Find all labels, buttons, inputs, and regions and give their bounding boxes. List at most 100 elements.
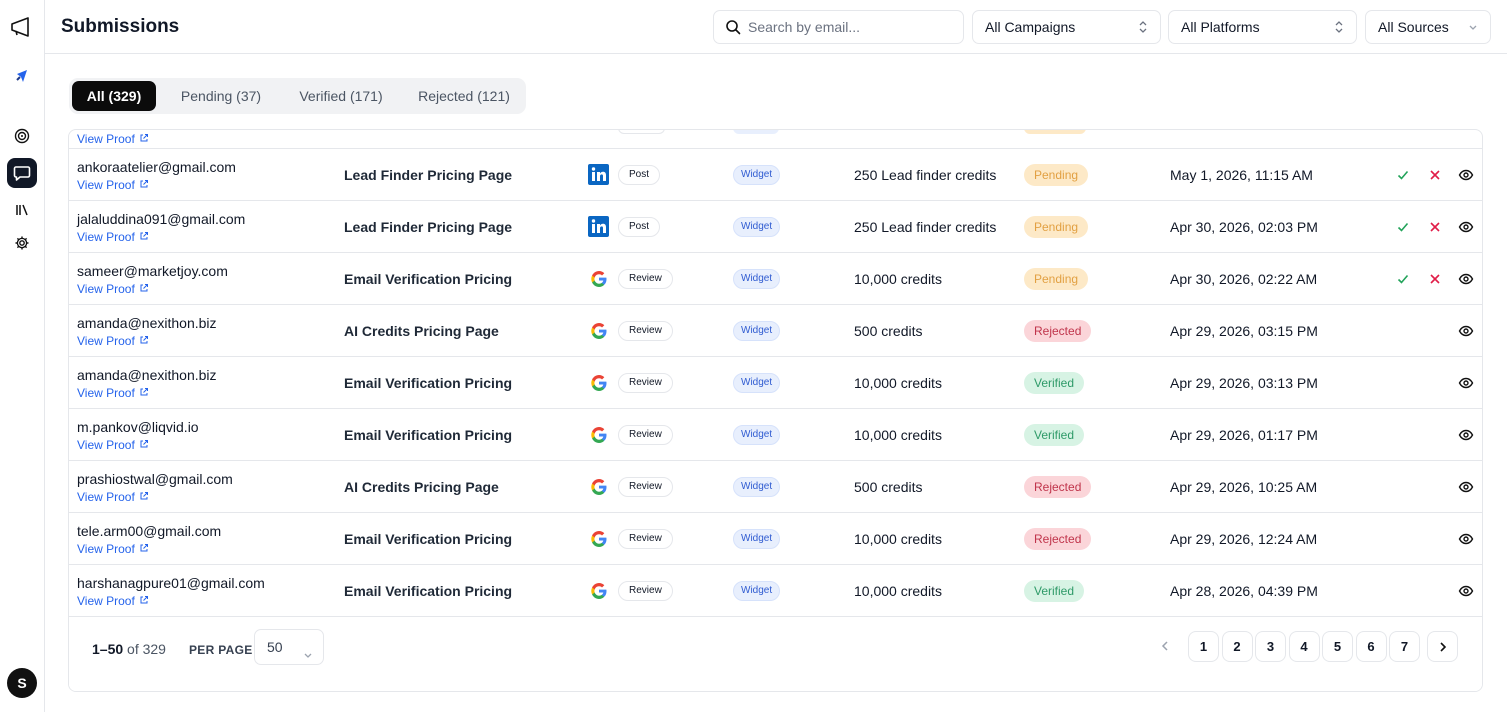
view-proof-link[interactable]: View Proof — [77, 438, 149, 452]
table-row: ankoraatelier@gmail.com View Proof Lead … — [69, 149, 1482, 201]
submitted-date: Apr 28, 2026, 04:39 PM — [1170, 583, 1318, 599]
search-input[interactable] — [748, 19, 948, 35]
per-page-select[interactable]: 50 — [254, 629, 324, 665]
approve-check-icon[interactable] — [1394, 270, 1412, 288]
submitter-email: tele.arm00@gmail.com — [77, 523, 222, 539]
approve-check-icon[interactable] — [1394, 166, 1412, 184]
page-button-4[interactable]: 4 — [1288, 631, 1320, 662]
view-proof-label: View Proof — [77, 282, 135, 296]
view-eye-icon[interactable] — [1457, 374, 1475, 392]
source-badge: Widget — [733, 165, 781, 185]
view-eye-icon[interactable] — [1457, 478, 1475, 496]
platform-filter-select[interactable]: All Platforms — [1168, 10, 1357, 44]
view-proof-link[interactable]: View Proof — [77, 282, 149, 296]
external-link-icon — [139, 438, 149, 452]
view-eye-icon[interactable] — [1457, 270, 1475, 288]
reward-text: 10,000 credits — [854, 531, 942, 547]
source-filter-select[interactable]: All Sources — [1365, 10, 1491, 44]
status-badge: Rejected — [1024, 528, 1092, 550]
tab-rejected[interactable]: Rejected (121) — [406, 81, 522, 111]
view-eye-icon[interactable] — [1457, 582, 1475, 600]
page-button-2[interactable]: 2 — [1221, 631, 1253, 662]
page-button-7[interactable]: 7 — [1389, 631, 1420, 662]
reject-x-icon[interactable] — [1426, 166, 1444, 184]
view-eye-icon[interactable] — [1457, 426, 1475, 444]
page-title: Submissions — [61, 16, 180, 37]
submission-type-badge: Review — [618, 581, 673, 601]
submitted-date: Apr 30, 2026, 02:22 AM — [1170, 271, 1318, 287]
tab-pending[interactable]: Pending (37) — [166, 81, 276, 111]
submitter-email: sameer@marketjoy.com — [77, 263, 228, 279]
status-badge: Rejected — [1024, 476, 1092, 498]
external-link-icon — [139, 230, 149, 244]
page-button-6[interactable]: 6 — [1355, 631, 1387, 662]
platform-filter-value: All Platforms — [1181, 19, 1260, 35]
submitter-email: ankoraatelier@gmail.com — [77, 159, 236, 175]
submissions-nav-icon[interactable] — [7, 158, 37, 188]
submitter-email: amanda@nexithon.biz — [77, 315, 217, 331]
reward-text: 10,000 credits — [854, 375, 942, 391]
avatar-initial: S — [17, 675, 27, 691]
view-proof-label: View Proof — [77, 490, 135, 504]
source-badge: Widget — [733, 321, 781, 341]
chevron-down-icon — [303, 640, 313, 674]
app-root: S Submissions All Campaigns All Platform… — [0, 0, 1507, 712]
view-proof-label: View Proof — [77, 178, 135, 192]
next-page-button[interactable] — [1427, 631, 1458, 662]
reject-x-icon[interactable] — [1426, 270, 1444, 288]
tab-verified[interactable]: Verified (171) — [286, 81, 396, 111]
view-proof-label: View Proof — [77, 132, 135, 146]
updown-chevron-icon — [1138, 20, 1148, 37]
view-proof-label: View Proof — [77, 594, 135, 608]
status-tabs: All (329) Pending (37) Verified (171) Re… — [69, 78, 526, 114]
prev-page-button[interactable] — [1149, 631, 1180, 662]
view-eye-icon[interactable] — [1457, 530, 1475, 548]
submitter-email: harshanagpure01@gmail.com — [77, 575, 265, 591]
google-icon — [588, 424, 609, 445]
sidebar: S — [0, 0, 45, 712]
table-row: jalaluddina091@gmail.com View Proof Lead… — [69, 201, 1482, 253]
view-proof-link[interactable]: View Proof — [77, 490, 149, 504]
search-box[interactable] — [713, 10, 964, 44]
view-proof-link[interactable]: View Proof — [77, 230, 149, 244]
view-proof-link[interactable]: View Proof — [77, 594, 149, 608]
google-icon — [588, 268, 609, 289]
library-icon[interactable] — [7, 195, 37, 225]
status-badge: Rejected — [1024, 320, 1092, 342]
submission-type-badge: Review — [618, 373, 673, 393]
view-proof-link[interactable]: View Proof — [77, 334, 149, 348]
source-badge: Widget — [733, 581, 781, 601]
source-pill-partial — [733, 130, 779, 134]
submitted-date: Apr 29, 2026, 01:17 PM — [1170, 427, 1318, 443]
page-button-1[interactable]: 1 — [1188, 631, 1219, 662]
tab-all[interactable]: All (329) — [72, 81, 156, 111]
view-proof-link[interactable]: View Proof — [77, 542, 149, 556]
brand-logo-icon[interactable] — [7, 61, 37, 91]
gear-icon[interactable] — [7, 228, 37, 258]
view-proof-link[interactable]: View Proof — [77, 178, 149, 192]
submitter-email: jalaluddina091@gmail.com — [77, 211, 246, 227]
reject-x-icon[interactable] — [1426, 218, 1444, 236]
view-proof-link[interactable]: View Proof — [77, 132, 149, 146]
page-button-3[interactable]: 3 — [1255, 631, 1286, 662]
view-eye-icon[interactable] — [1457, 218, 1475, 236]
reward-text: 10,000 credits — [854, 427, 942, 443]
target-icon[interactable] — [7, 121, 37, 151]
avatar[interactable]: S — [7, 668, 37, 698]
approve-check-icon[interactable] — [1394, 218, 1412, 236]
submission-type-badge: Post — [618, 165, 661, 185]
google-icon — [588, 372, 609, 393]
view-eye-icon[interactable] — [1457, 322, 1475, 340]
view-eye-icon[interactable] — [1457, 166, 1475, 184]
reward-text: 500 credits — [854, 323, 923, 339]
view-proof-link[interactable]: View Proof — [77, 386, 149, 400]
range-text: 1–50 of 329 — [92, 641, 166, 657]
campaign-name: Email Verification Pricing — [344, 271, 513, 287]
campaign-name: Email Verification Pricing — [344, 427, 513, 443]
page-button-5[interactable]: 5 — [1322, 631, 1353, 662]
megaphone-icon[interactable] — [7, 12, 37, 42]
campaign-filter-select[interactable]: All Campaigns — [972, 10, 1161, 44]
per-page-label: PER PAGE — [189, 643, 253, 657]
source-filter-value: All Sources — [1378, 19, 1449, 35]
top-bar: Submissions All Campaigns All Platforms … — [45, 0, 1507, 54]
